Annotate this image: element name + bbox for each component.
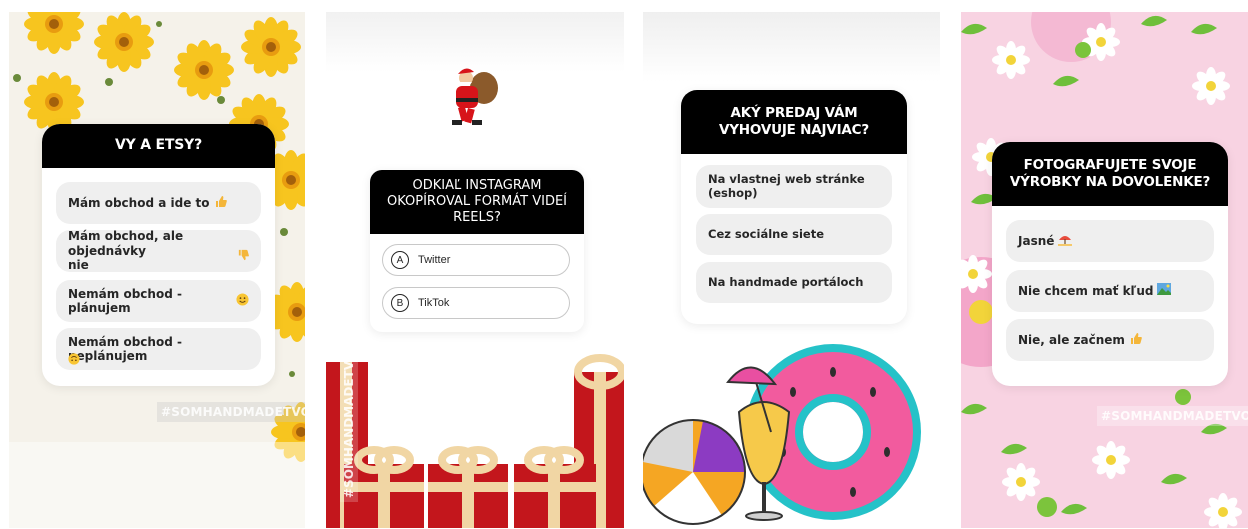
santa-sticker — [452, 68, 498, 125]
story-etsy[interactable]: Vy a Etsy? Mám obchod a ide to Mám obcho… — [9, 12, 305, 528]
question-card: Fotografujete svoje výrobky na dovolenke… — [992, 142, 1228, 386]
gift-boxes-sticker — [326, 354, 624, 528]
answer-option-1[interactable]: Na vlastnej web stránke (eshop) — [696, 165, 892, 208]
answer-option-2[interactable]: Cez sociálne siete — [696, 214, 892, 255]
answer-option-2[interactable]: Nie chcem mať kľud — [1006, 270, 1214, 312]
quiz-option-b[interactable]: B TikTok — [382, 287, 570, 319]
answer-option-4[interactable]: Nemám obchod - neplánujem — [56, 328, 261, 370]
hashtag-sticker: #SOMHANDMADETVORCA — [1097, 406, 1248, 426]
smiley-icon — [236, 293, 249, 309]
option-letter-b: B — [391, 294, 409, 312]
question-title: Aký predaj vám vyhovuje najviac? — [681, 90, 907, 154]
question-card: Vy a Etsy? Mám obchod a ide to Mám obcho… — [42, 124, 275, 386]
story-photos[interactable]: Fotografujete svoje výrobky na dovolenke… — [961, 12, 1248, 528]
answer-option-2[interactable]: Mám obchod, ale objednávky nie — [56, 229, 261, 272]
question-title: Fotografujete svoje výrobky na dovolenke… — [992, 142, 1228, 206]
answer-option-3[interactable]: Nie, ale začnem — [1006, 319, 1214, 361]
story-quiz[interactable]: #SOMHANDMADETVORCA Odkiaľ Instagram okop… — [326, 12, 624, 528]
answer-option-1[interactable]: Mám obchod a ide to — [56, 182, 261, 224]
quiz-option-a[interactable]: A Twitter — [382, 244, 570, 276]
beach-umbrella-icon — [1058, 233, 1073, 249]
question-title: Vy a Etsy? — [42, 124, 275, 168]
hashtag-sticker: #SOMHANDMADETVORCA — [340, 319, 358, 502]
thumbs-down-icon — [237, 249, 249, 264]
hashtag-sticker: #SOMHANDMADETVORCA — [157, 402, 305, 422]
quiz-question: Odkiaľ Instagram okopíroval formát videí… — [370, 170, 584, 234]
answer-option-3[interactable]: Nemám obchod - plánujem — [56, 280, 261, 322]
upside-down-face-icon — [68, 353, 80, 368]
option-letter-a: A — [391, 251, 409, 269]
landscape-icon — [1157, 283, 1172, 298]
quiz-card: Odkiaľ Instagram okopíroval formát videí… — [370, 170, 584, 332]
beach-ball-sticker — [643, 419, 746, 527]
answer-option-1[interactable]: Jasné — [1006, 220, 1214, 262]
thumbs-up-icon — [214, 195, 227, 211]
thumbs-up-icon — [1129, 332, 1142, 348]
answer-option-3[interactable]: Na handmade portáloch — [696, 262, 892, 303]
question-card: Aký predaj vám vyhovuje najviac? Na vlas… — [681, 90, 907, 324]
story-sales[interactable]: Aký predaj vám vyhovuje najviac? Na vlas… — [643, 12, 940, 528]
